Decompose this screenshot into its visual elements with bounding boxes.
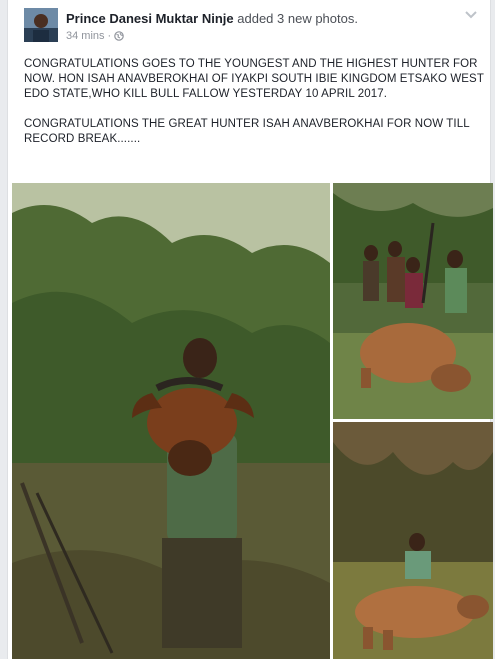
author-line: Prince Danesi Muktar Ninje added 3 new p…: [66, 11, 358, 26]
timestamp[interactable]: 34 mins: [66, 30, 105, 42]
post-card: Prince Danesi Muktar Ninje added 3 new p…: [7, 0, 493, 659]
post-text-paragraph: CONGRATULATIONS THE GREAT HUNTER ISAH AN…: [24, 118, 470, 145]
avatar[interactable]: [24, 8, 58, 42]
post-meta: 34 mins ·: [66, 30, 125, 42]
post-action: added 3 new photos.: [237, 11, 358, 26]
author-name[interactable]: Prince Danesi Muktar Ninje: [66, 11, 234, 26]
post-header: Prince Danesi Muktar Ninje added 3 new p…: [24, 8, 480, 48]
photo-hunter-buffalo-head[interactable]: [12, 183, 330, 659]
photo-hunter-kneeling-buffalo[interactable]: [333, 422, 493, 659]
post-text-paragraph: CONGRATULATIONS GOES TO THE YOUNGEST AND…: [24, 58, 484, 100]
post-text: CONGRATULATIONS GOES TO THE YOUNGEST AND…: [24, 57, 484, 147]
globe-icon[interactable]: [114, 31, 125, 41]
chevron-down-icon[interactable]: [462, 8, 480, 22]
meta-separator: ·: [107, 30, 112, 42]
photo-men-with-buffalo[interactable]: [333, 183, 493, 419]
